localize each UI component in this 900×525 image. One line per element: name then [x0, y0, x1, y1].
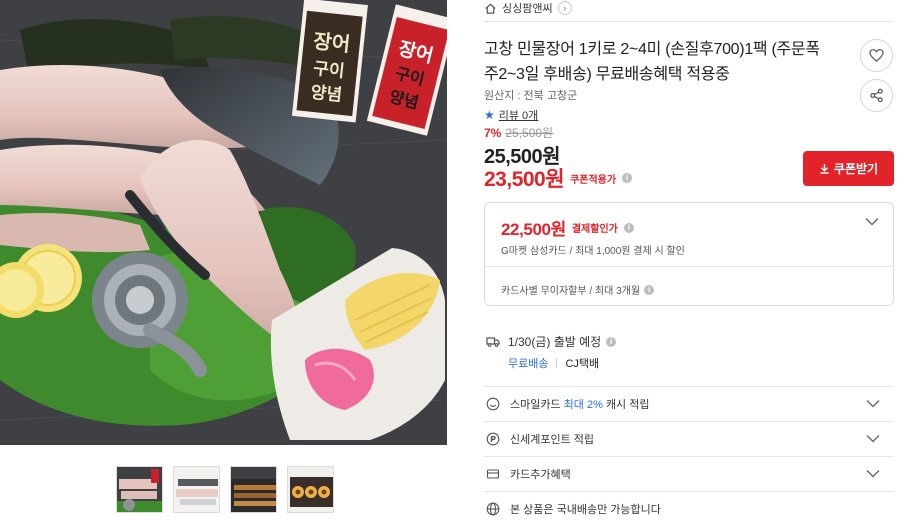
benefit-smile-card[interactable]: 스마일카드 최대 2% 캐시 적립 [484, 386, 894, 421]
info-icon[interactable]: i [606, 336, 617, 347]
coupon-price: 23,500원 [484, 168, 565, 191]
thumbnail-1[interactable] [116, 466, 163, 513]
smile-card-rate: 최대 2% [563, 399, 603, 411]
shipping-detail: 무료배송 CJ택배 [508, 355, 599, 371]
benefit-card-extra[interactable]: 카드추가혜택 [484, 456, 894, 491]
divider [484, 21, 894, 22]
thumbnail-strip [116, 466, 334, 513]
thumbnail-4[interactable] [287, 466, 334, 513]
chevron-down-icon [866, 399, 880, 408]
card-extra-label: 카드추가혜택 [510, 469, 571, 481]
coupon-download-button[interactable]: 쿠폰받기 [803, 151, 894, 186]
home-icon [485, 3, 496, 14]
review-link[interactable]: ★ 리뷰 0개 [484, 107, 538, 123]
discount-percent: 7% [484, 126, 502, 140]
shinsegae-label: 신세계포인트 적립 [510, 434, 595, 446]
credit-card-icon [486, 469, 500, 479]
download-icon [820, 164, 829, 174]
point-icon: P [486, 432, 500, 446]
free-shipping-label: 무료배송 [508, 358, 549, 370]
card-discount-panel[interactable]: 22,500원 결제할인가 i G마켓 삼성카드 / 최대 1,000원 결제 … [484, 202, 894, 306]
chevron-right-icon: › [557, 1, 572, 15]
original-price: 25,500원 [505, 126, 554, 140]
info-icon[interactable]: i [644, 284, 655, 295]
smile-card-label: 스마일카드 [510, 399, 561, 411]
domestic-shipping-notice: 본 상품은 국내배송만 가능합니다 [484, 491, 894, 525]
coupon-button-label: 쿠폰받기 [833, 162, 879, 176]
original-price-row: 7% 25,500원 [484, 124, 553, 141]
installment-row: 카드사별 무이자할부 / 최대 3개월 i [501, 282, 655, 297]
benefit-shinsegae-point[interactable]: P 신세계포인트 적립 [484, 421, 894, 456]
globe-icon [486, 502, 500, 516]
installment-text: 카드사별 무이자할부 / 최대 3개월 [501, 286, 641, 297]
review-count: 리뷰 0개 [498, 110, 539, 122]
chevron-down-icon[interactable] [865, 217, 879, 226]
card-price-row: 22,500원 결제할인가 i [501, 215, 634, 240]
svg-text:양념: 양념 [310, 82, 343, 106]
product-main-image[interactable]: 장어 구이 양념 장어 구이 양념 [0, 0, 447, 445]
product-info-panel: 싱싱팜앤씨 › 고창 민물장어 1키로 2~4미 (손질후700)1팩 (주문폭… [472, 0, 900, 525]
seller-link[interactable]: 싱싱팜앤씨 › [484, 0, 572, 16]
seller-name: 싱싱팜앤씨 [502, 3, 553, 15]
thumbnail-2[interactable] [173, 466, 220, 513]
star-icon: ★ [484, 108, 495, 122]
product-title: 고창 민물장어 1키로 2~4미 (손질후700)1팩 (주문폭주2~3일 후배… [484, 41, 820, 83]
domestic-shipping-text: 본 상품은 국내배송만 가능합니다 [510, 504, 661, 516]
svg-text:P: P [490, 435, 496, 444]
divider [556, 358, 558, 368]
coupon-price-label: 쿠폰적용가 [570, 174, 617, 186]
info-icon[interactable]: i [623, 222, 634, 233]
share-button[interactable] [860, 79, 893, 112]
smile-card-icon [486, 397, 500, 411]
card-discount-price: 22,500원 [501, 220, 566, 239]
chevron-down-icon [866, 469, 880, 478]
smile-card-suffix: 캐시 적립 [605, 399, 650, 411]
carrier-label: CJ택배 [565, 358, 600, 370]
chevron-down-icon [866, 434, 880, 443]
card-discount-label: 결제할인가 [571, 224, 618, 235]
svg-text:구이: 구이 [312, 59, 345, 82]
shipping-date: 1/30(금) 출발 예정 i [508, 333, 617, 350]
thumbnail-3[interactable] [230, 466, 277, 513]
shipping-date-text: 1/30(금) 출발 예정 [508, 335, 602, 349]
coupon-price-row: 23,500원 쿠폰적용가 i [484, 163, 633, 193]
heart-icon [869, 49, 884, 62]
origin-text: 원산지 : 전북 고창군 [484, 90, 578, 102]
card-discount-desc: G마켓 삼성카드 / 최대 1,000원 결제 시 할인 [501, 246, 685, 257]
truck-icon [486, 337, 500, 347]
info-icon[interactable]: i [622, 173, 633, 183]
divider [485, 266, 893, 267]
share-icon [870, 88, 883, 103]
svg-text:장어: 장어 [312, 29, 351, 57]
benefit-list: 스마일카드 최대 2% 캐시 적립 P 신세계포인트 적립 카드추가혜택 본 상… [484, 386, 894, 525]
wishlist-button[interactable] [860, 39, 893, 72]
